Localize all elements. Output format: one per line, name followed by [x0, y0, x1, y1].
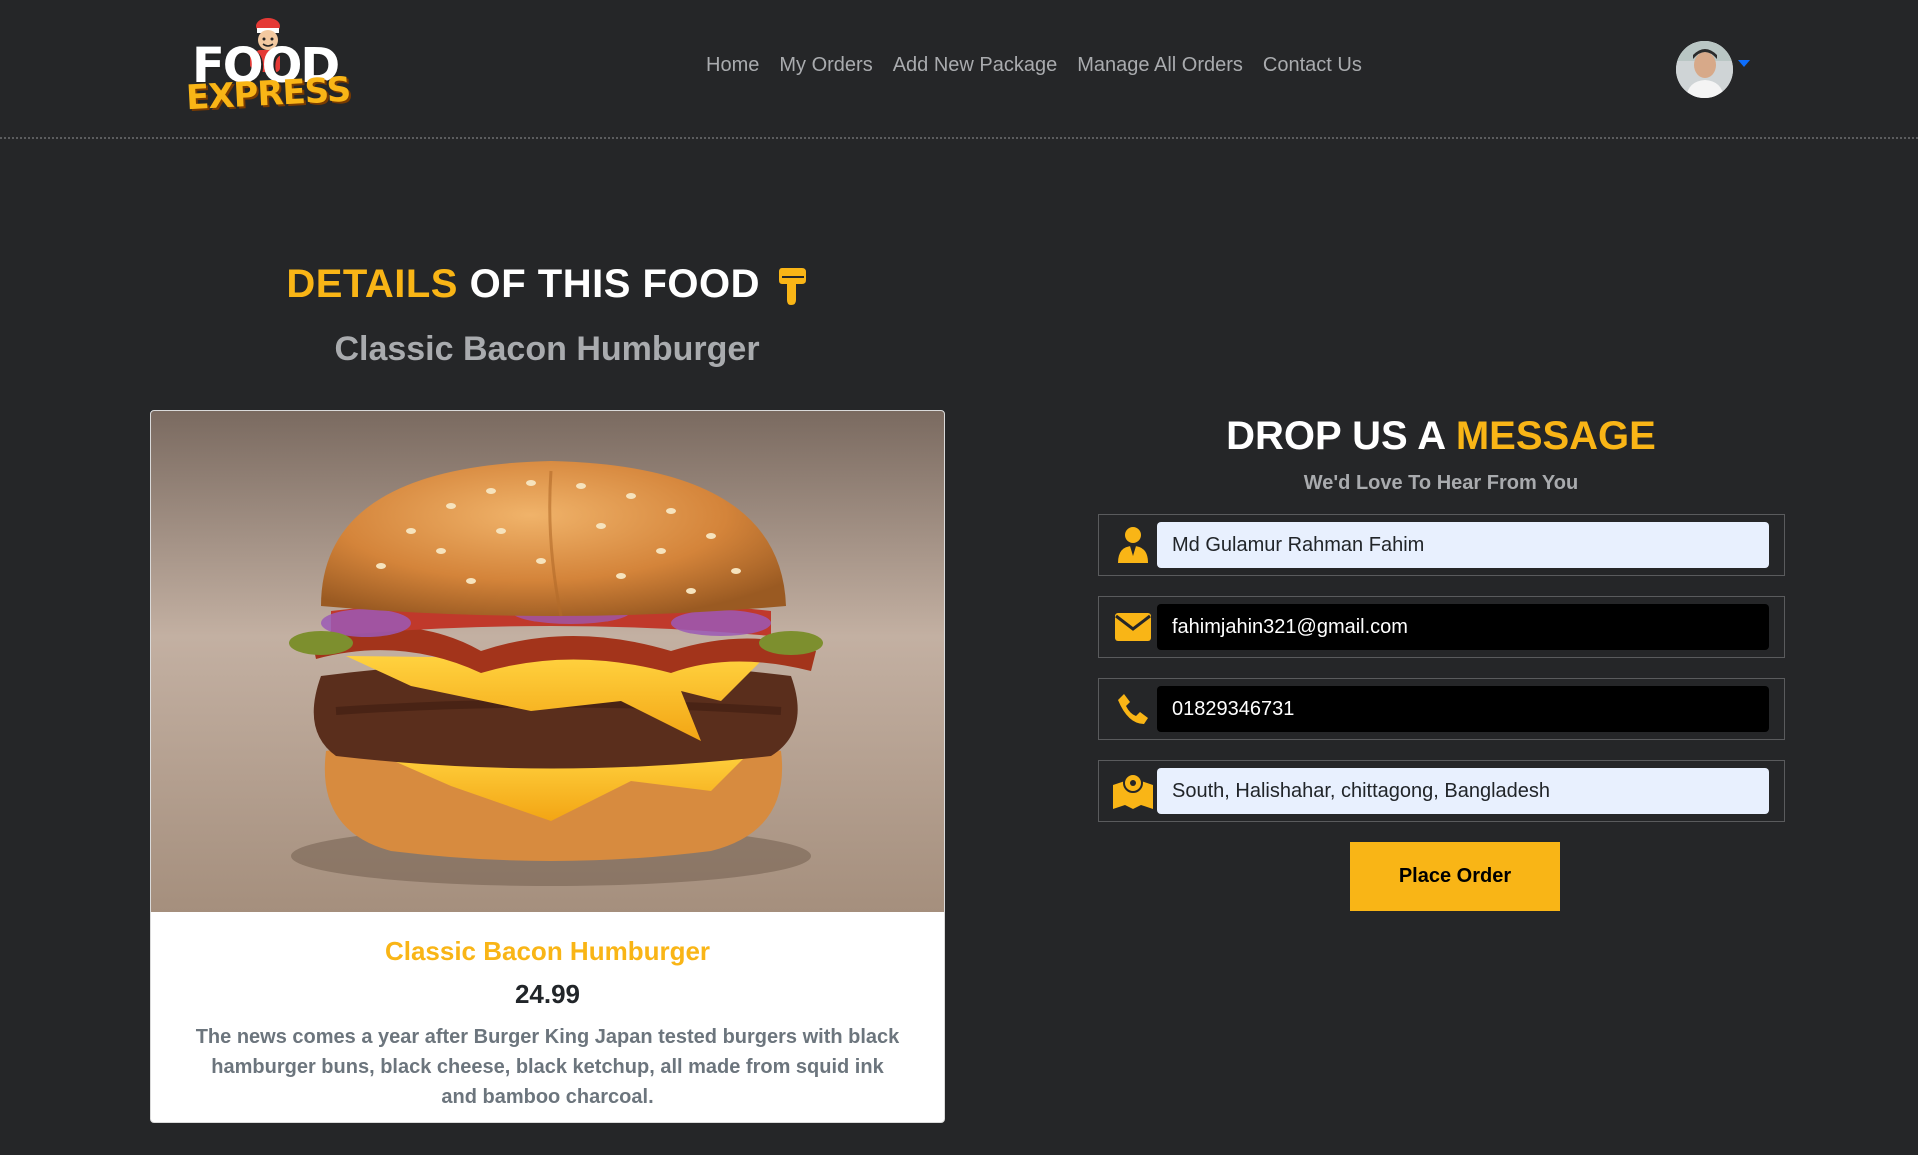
hand-pointing-down-icon — [778, 268, 806, 306]
details-heading-accent: DETAILS — [286, 262, 458, 306]
main-nav: Home My Orders Add New Package Manage Al… — [696, 54, 1372, 77]
form-heading-rest: DROP US A — [1226, 414, 1445, 458]
card-price: 24.99 — [514, 979, 581, 1009]
avatar-photo — [1676, 41, 1733, 98]
details-heading: DETAILS OF THIS FOOD — [150, 262, 944, 307]
caret-down-icon[interactable] — [1738, 60, 1750, 67]
food-card: Classic Bacon Humburger 24.99 The news c… — [150, 410, 945, 1123]
form-heading: DROP US A MESSAGE — [1098, 414, 1784, 459]
nav-manage-all-orders[interactable]: Manage All Orders — [1067, 54, 1253, 77]
phone-field-group — [1098, 678, 1785, 740]
phone-icon — [1109, 685, 1157, 733]
form-subtitle: We'd Love To Hear From You — [1303, 472, 1579, 494]
address-field-group — [1098, 760, 1785, 822]
place-order-button[interactable]: Place Order — [1350, 842, 1560, 911]
nav-add-new-package[interactable]: Add New Package — [883, 54, 1068, 77]
email-input[interactable] — [1157, 604, 1769, 650]
burger-image — [151, 411, 944, 912]
name-input[interactable] — [1157, 522, 1769, 568]
address-input[interactable] — [1157, 768, 1769, 814]
map-marker-icon — [1109, 767, 1157, 815]
form-heading-accent: MESSAGE — [1455, 414, 1656, 458]
envelope-icon — [1109, 603, 1157, 651]
food-express-logo[interactable]: FOOD EXPRESS — [185, 16, 351, 118]
navbar: FOOD EXPRESS Home My Orders Add New Pack… — [0, 0, 1918, 139]
email-field-group — [1098, 596, 1785, 658]
phone-input[interactable] — [1157, 686, 1769, 732]
nav-contact-us[interactable]: Contact Us — [1253, 54, 1372, 77]
card-description: The news comes a year after Burger King … — [195, 1026, 900, 1108]
food-name-subtitle: Classic Bacon Humburger — [334, 330, 760, 368]
user-icon — [1109, 521, 1157, 569]
user-avatar[interactable] — [1676, 41, 1733, 98]
name-field-group — [1098, 514, 1785, 576]
card-title: Classic Bacon Humburger — [384, 936, 711, 966]
logo-text-express: EXPRESS — [185, 69, 352, 119]
nav-my-orders[interactable]: My Orders — [769, 54, 882, 77]
nav-home[interactable]: Home — [696, 54, 769, 77]
details-heading-rest: OF THIS FOOD — [469, 262, 761, 306]
card-body: Classic Bacon Humburger 24.99 The news c… — [151, 936, 944, 1112]
